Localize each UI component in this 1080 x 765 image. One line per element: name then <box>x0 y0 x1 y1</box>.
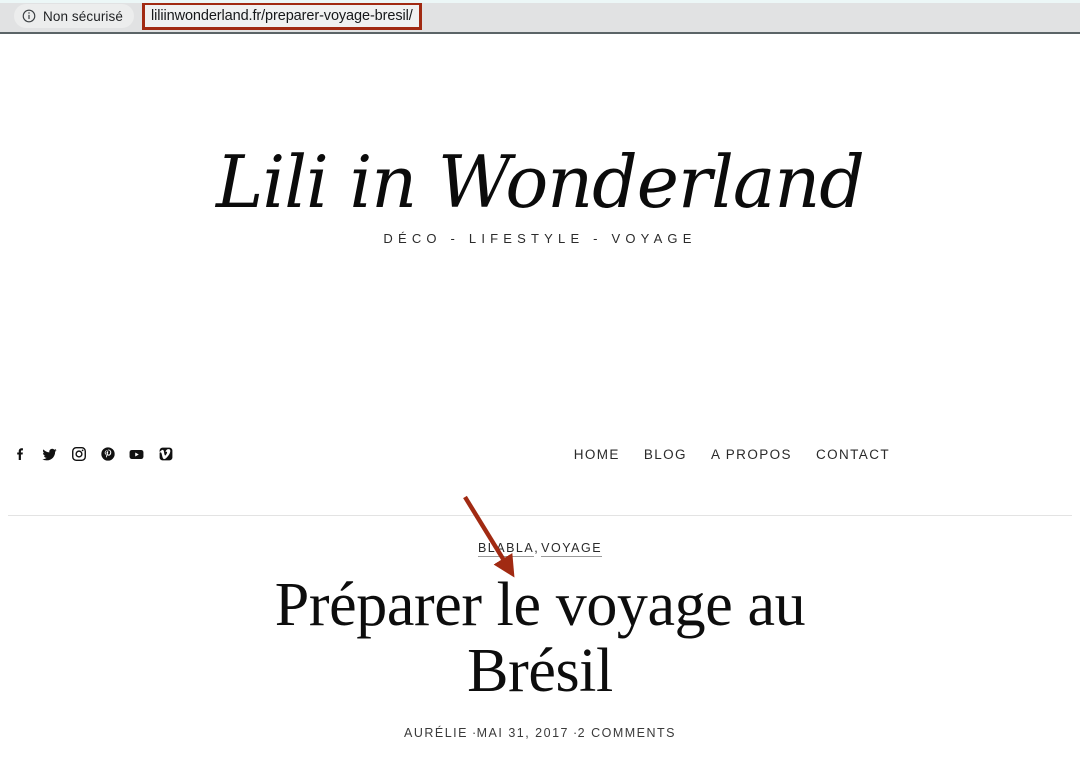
facebook-icon[interactable] <box>12 446 29 463</box>
info-circle-icon <box>22 9 36 23</box>
logo-wordmark: Lili in Wonderland <box>216 140 865 224</box>
article-categories: BLABLA, VOYAGE <box>0 541 1080 557</box>
byline-separator-1: · <box>468 726 477 741</box>
security-status-label: Non sécurisé <box>43 8 123 24</box>
site-logo[interactable]: Lili in Wonderland DÉCO - LIFESTYLE - VO… <box>0 146 1080 246</box>
site-header: Lili in Wonderland DÉCO - LIFESTYLE - VO… <box>0 34 1080 516</box>
logo-tagline: DÉCO - LIFESTYLE - VOYAGE <box>383 231 697 246</box>
page-title: Préparer le voyage au Brésil <box>274 571 806 705</box>
byline-separator-2: · <box>569 726 578 741</box>
instagram-icon[interactable] <box>70 446 87 463</box>
url-text[interactable]: liliinwonderland.fr/preparer-voyage-bres… <box>151 8 413 24</box>
twitter-icon[interactable] <box>41 446 58 463</box>
url-highlight-box: liliinwonderland.fr/preparer-voyage-bres… <box>142 2 422 30</box>
byline-date: MAI 31, 2017 <box>476 726 569 741</box>
browser-address-bar: Non sécurisé liliinwonderland.fr/prepare… <box>0 0 1080 34</box>
byline-author[interactable]: AURÉLIE <box>404 726 468 740</box>
category-link-voyage[interactable]: VOYAGE <box>541 541 603 557</box>
site-security-status[interactable]: Non sécurisé <box>14 4 134 28</box>
nav-item-home[interactable]: HOME <box>574 447 620 462</box>
vimeo-icon[interactable] <box>157 446 174 463</box>
header-utility-row: HOME BLOG A PROPOS CONTACT <box>0 430 1080 478</box>
byline-comment-count[interactable]: 2 COMMENTS <box>578 726 676 740</box>
nav-item-a-propos[interactable]: A PROPOS <box>711 447 792 462</box>
article-header: BLABLA, VOYAGE Préparer le voyage au Bré… <box>0 479 1080 740</box>
category-link-blabla[interactable]: BLABLA <box>477 541 535 557</box>
nav-item-blog[interactable]: BLOG <box>644 447 687 462</box>
nav-item-contact[interactable]: CONTACT <box>816 447 890 462</box>
youtube-icon[interactable] <box>128 446 145 463</box>
pinterest-icon[interactable] <box>99 446 116 463</box>
social-links <box>12 446 174 463</box>
article-byline: AURÉLIE ·MAI 31, 2017 ·2 COMMENTS <box>0 726 1080 740</box>
main-navigation: HOME BLOG A PROPOS CONTACT <box>574 447 890 462</box>
